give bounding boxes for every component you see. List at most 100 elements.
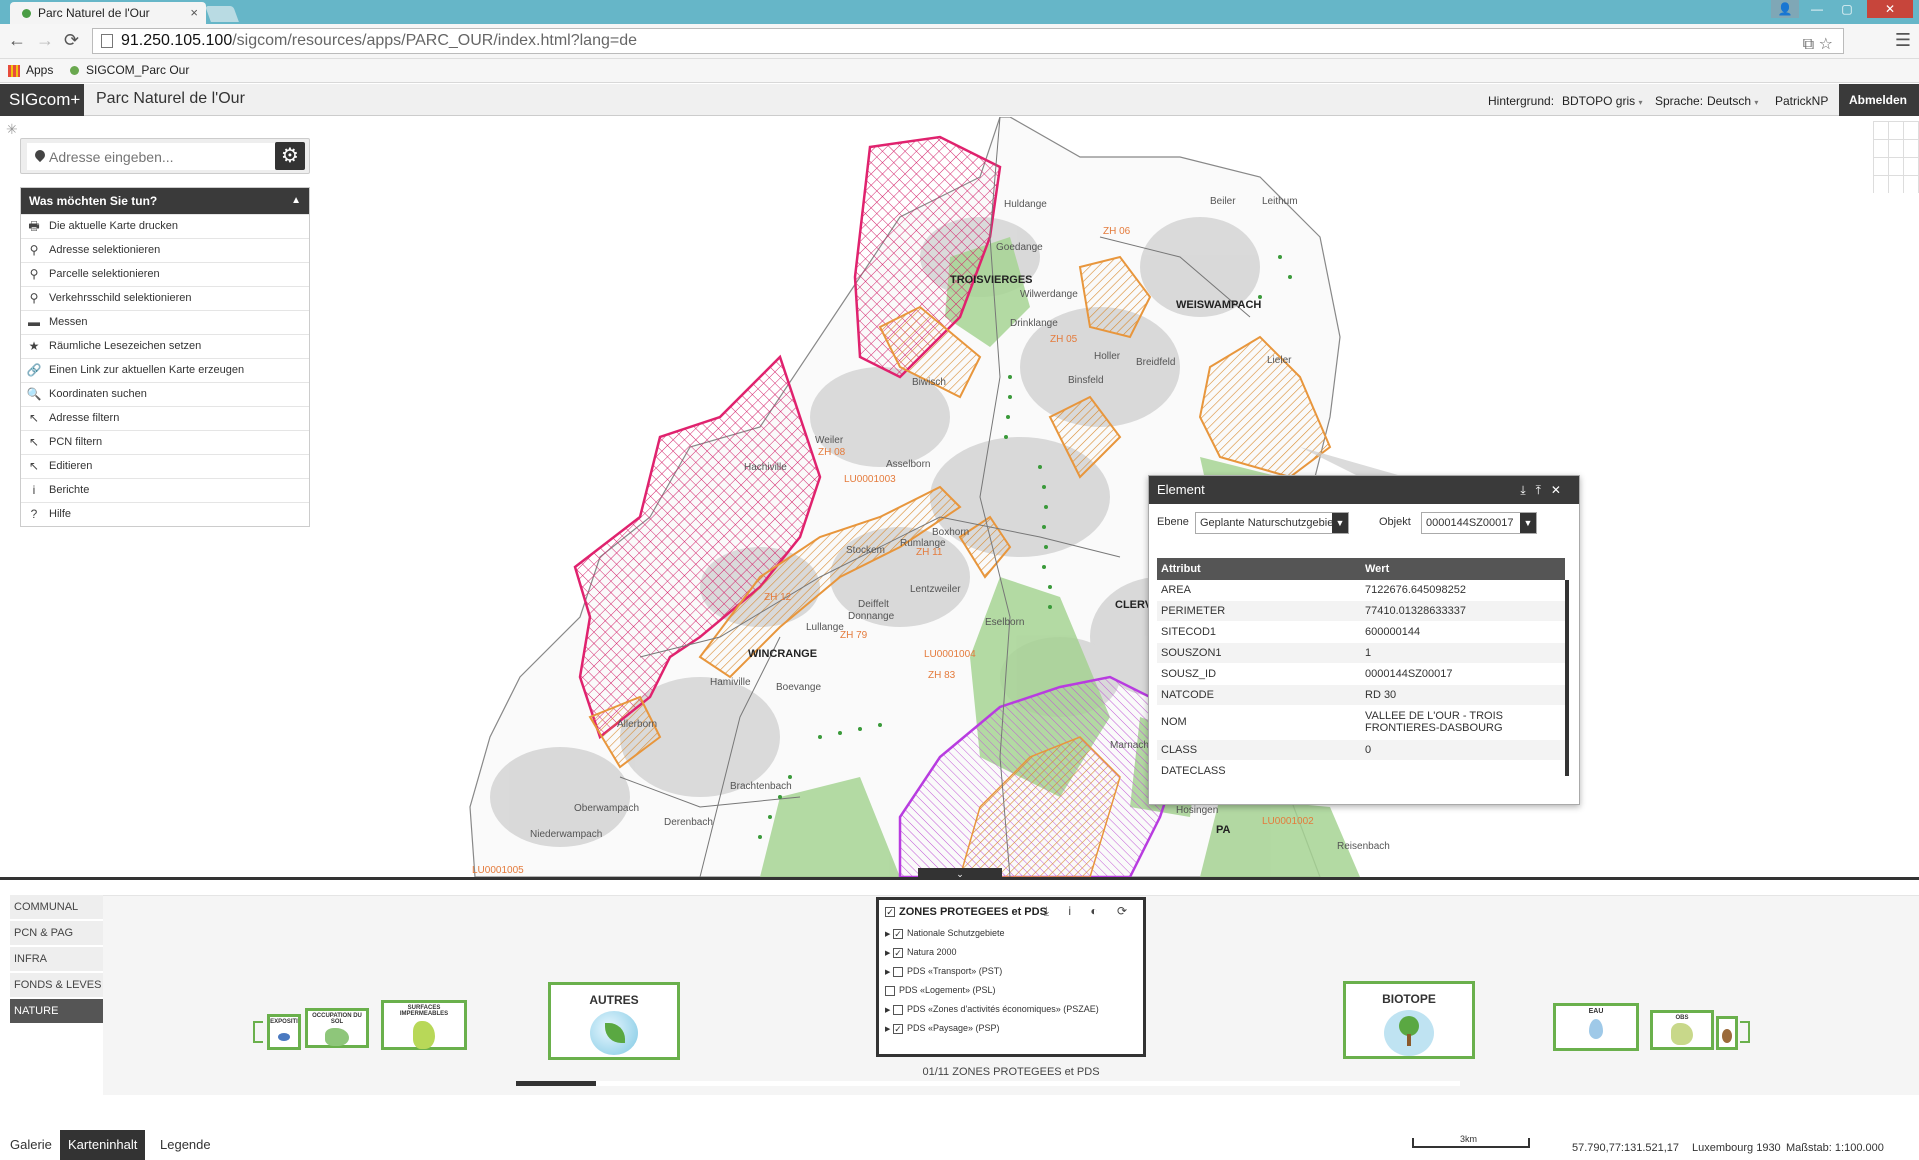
popup-scrollbar[interactable] — [1565, 580, 1569, 776]
reload-button[interactable]: ⟳ — [64, 30, 79, 51]
carousel-scroll-thumb[interactable] — [516, 1081, 596, 1086]
expand-arrow-icon[interactable]: ▶ — [885, 968, 893, 976]
new-tab-button[interactable] — [205, 6, 239, 22]
action-print-map[interactable]: 🖶 Die aktuelle Karte drucken — [21, 214, 309, 238]
browser-menu-icon[interactable]: ☰ — [1895, 30, 1911, 51]
category-infra[interactable]: INFRA — [10, 947, 103, 971]
actions-panel-header[interactable]: Was möchten Sie tun? ▲ — [21, 188, 309, 214]
objekt-select[interactable]: 0000144SZ00017 ▼ — [1421, 512, 1537, 534]
action-measure[interactable]: ▬ Messen — [21, 310, 309, 334]
browser-tab[interactable]: Parc Naturel de l'Our × — [10, 2, 206, 24]
attr-key: AREA — [1161, 584, 1191, 596]
layer-row-national[interactable]: ▶ ✓ Nationale Schutzgebiete — [885, 928, 1005, 942]
table-row: NATCODE RD 30 — [1157, 685, 1565, 706]
action-label: Koordinaten suchen — [49, 388, 147, 400]
table-row: SOUSZON1 1 — [1157, 643, 1565, 664]
layer-row-pds-logement[interactable]: PDS «Logement» (PSL) — [885, 985, 996, 999]
brand-logo[interactable]: SIGcom+ — [0, 84, 84, 116]
tab-galerie[interactable]: Galerie — [2, 1130, 60, 1160]
card-exposition[interactable]: EXPOSITI — [267, 1014, 301, 1050]
collapse-icon[interactable]: ▲ — [291, 188, 301, 214]
card-land-use[interactable]: OCCUPATION DU SOL — [305, 1008, 369, 1048]
layer-checkbox[interactable] — [893, 966, 903, 977]
tab-close-icon[interactable]: × — [190, 5, 198, 20]
card-title: OCCUPATION DU SOL — [312, 1013, 362, 1025]
action-help[interactable]: ? Hilfe — [21, 502, 309, 526]
action-spatial-bookmark[interactable]: ★ Räumliche Lesezeichen setzen — [21, 334, 309, 358]
attr-key: SOUSZON1 — [1161, 647, 1222, 659]
action-filter-address[interactable]: ↖ Adresse filtern — [21, 406, 309, 430]
card-biotope[interactable]: BIOTOPE — [1343, 981, 1475, 1059]
ruler-icon: ▬ — [28, 315, 40, 329]
expand-arrow-icon[interactable]: ▶ — [885, 1025, 893, 1033]
address-bar[interactable]: 91.250.105.100/sigcom/resources/apps/PAR… — [92, 28, 1844, 54]
language-label: Sprache: — [1655, 94, 1704, 108]
action-reports[interactable]: i Berichte — [21, 478, 309, 502]
layer-row-natura2000[interactable]: ▶ ✓ Natura 2000 — [885, 947, 957, 961]
category-fonds-leves[interactable]: FONDS & LEVES — [10, 973, 103, 997]
ebene-select[interactable]: Geplante Naturschutzgebiete ▼ — [1195, 512, 1349, 534]
card-autres[interactable]: AUTRES — [548, 982, 680, 1060]
card-obs[interactable]: OBS — [1650, 1010, 1714, 1050]
action-label: Einen Link zur aktuellen Karte erzeugen — [49, 364, 245, 376]
back-button[interactable]: ← — [8, 30, 26, 51]
map-label-place: Binsfeld — [1068, 375, 1104, 386]
globe-icon — [278, 1033, 290, 1041]
forward-button[interactable]: → — [36, 30, 54, 51]
action-filter-pcn[interactable]: ↖ PCN filtern — [21, 430, 309, 454]
layer-checkbox[interactable] — [885, 985, 895, 996]
action-edit[interactable]: ↖ Editieren — [21, 454, 309, 478]
card-eau[interactable]: EAU — [1553, 1003, 1639, 1051]
background-select[interactable]: BDTOPO gris ▾ — [1562, 94, 1642, 108]
category-communal[interactable]: COMMUNAL — [10, 895, 103, 919]
layer-checkbox[interactable]: ✓ — [893, 1023, 903, 1034]
layer-group-checkbox[interactable]: ✓ — [885, 907, 895, 918]
ebene-label: Ebene — [1157, 516, 1189, 528]
bookmark-apps[interactable]: Apps — [26, 63, 53, 77]
user-name[interactable]: PatrickNP — [1775, 94, 1828, 108]
objekt-value: 0000144SZ00017 — [1426, 517, 1514, 529]
minimize-button[interactable]: — — [1803, 0, 1831, 18]
action-search-coordinates[interactable]: 🔍 Koordinaten suchen — [21, 382, 309, 406]
carousel-scrollbar[interactable] — [516, 1081, 1460, 1086]
tab-karteninhalt[interactable]: Karteninhalt — [60, 1130, 146, 1160]
map-canvas[interactable]: ✳ TROISVIERGES WEISWAMPACH WINCRANGE CLE… — [0, 117, 1919, 877]
address-search-input[interactable] — [27, 143, 275, 170]
action-select-address[interactable]: ⚲ Adresse selektionieren — [21, 238, 309, 262]
tab-legende[interactable]: Legende — [152, 1130, 219, 1160]
language-select[interactable]: Deutsch ▾ — [1707, 94, 1758, 108]
popup-actions-icon[interactable]: ⤓⤒✕ — [1520, 476, 1571, 504]
maximize-button[interactable]: ▢ — [1833, 0, 1861, 18]
card-title: AUTRES — [589, 993, 639, 1007]
layer-row-pds-transport[interactable]: ▶ PDS «Transport» (PST) — [885, 966, 1002, 980]
column-wert: Wert — [1365, 563, 1390, 575]
attr-key: NOM — [1161, 716, 1187, 728]
layer-tools-icon[interactable]: ⤓ i ◐ ⟳ — [1044, 904, 1135, 919]
category-nature[interactable]: NATURE — [10, 999, 103, 1023]
expand-arrow-icon[interactable]: ▶ — [885, 930, 893, 938]
layer-checkbox[interactable] — [893, 1004, 903, 1015]
help-icon: ? — [30, 507, 38, 521]
user-icon[interactable]: 👤 — [1771, 0, 1799, 18]
settings-gear-button[interactable]: ⚙ — [275, 142, 305, 170]
card-impervious-surfaces[interactable]: SURFACES IMPERMEABLES — [381, 1000, 467, 1050]
action-create-link[interactable]: 🔗 Einen Link zur aktuellen Karte erzeugen — [21, 358, 309, 382]
expand-arrow-icon[interactable]: ▶ — [885, 1006, 893, 1014]
category-pcn-pag[interactable]: PCN & PAG — [10, 921, 103, 945]
layer-row-pds-zae[interactable]: ▶ PDS «Zones d'activités économiques» (PS… — [885, 1004, 1099, 1018]
logout-button[interactable]: Abmelden ⇥ — [1839, 84, 1919, 139]
layer-checkbox[interactable]: ✓ — [893, 947, 903, 958]
collapse-panel-button[interactable]: ⌄ — [918, 868, 1002, 880]
layer-row-pds-paysage[interactable]: ▶ ✓ PDS «Paysage» (PSP) — [885, 1023, 1000, 1037]
bookmark-sigcom[interactable]: SIGCOM_Parc Our — [86, 63, 189, 77]
grid-overview-icon[interactable] — [1873, 121, 1919, 193]
expand-arrow-icon[interactable]: ▶ — [885, 949, 893, 957]
category-list: COMMUNAL PCN & PAG INFRA FONDS & LEVES N… — [10, 895, 103, 1025]
bookmark-star-icon[interactable]: ⧉ ☆ — [1803, 34, 1833, 54]
card-next[interactable] — [1716, 1016, 1738, 1050]
action-select-traffic-sign[interactable]: ⚲ Verkehrsschild selektionieren — [21, 286, 309, 310]
map-label-place: Lentzweiler — [910, 584, 961, 595]
action-select-parcel[interactable]: ⚲ Parcelle selektionieren — [21, 262, 309, 286]
layer-checkbox[interactable]: ✓ — [893, 928, 903, 939]
close-window-button[interactable]: ✕ — [1867, 0, 1913, 18]
